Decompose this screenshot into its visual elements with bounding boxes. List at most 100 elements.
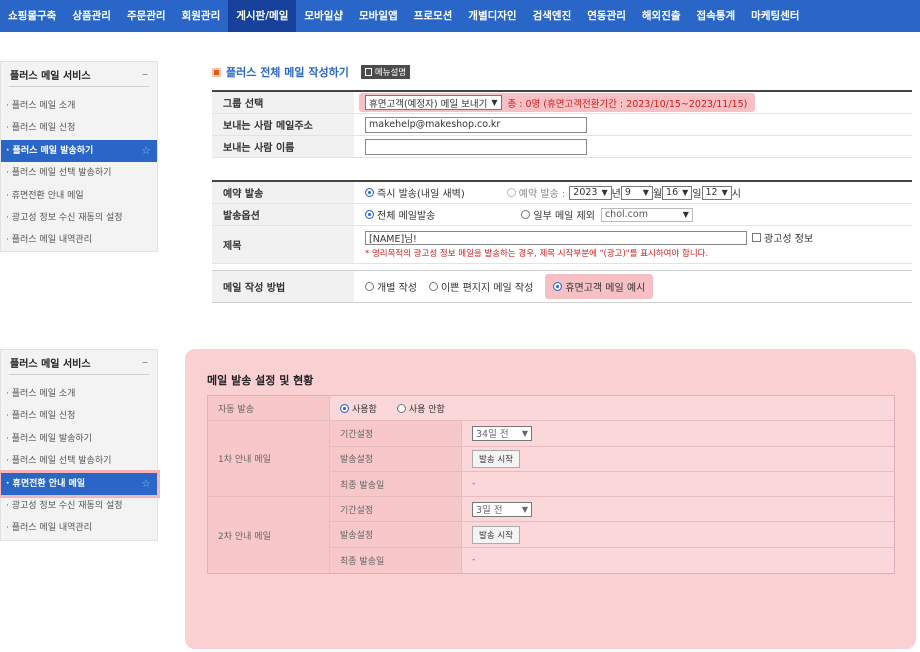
year-select[interactable]: 2023 ▼ [569, 185, 612, 200]
nav-item[interactable]: 게시판/메일 [228, 0, 297, 32]
chevron-down-icon: ▼ [642, 188, 649, 197]
nav-item[interactable]: 개별디자인 [460, 0, 524, 32]
day-unit: 일 [692, 189, 702, 200]
sidebar-item[interactable]: · 플러스 메일 발송하기 ☆ [1, 139, 157, 163]
form-heading: 플러스 전체 메일 작성하기 메뉴설명 [212, 64, 411, 80]
sidebar-item[interactable]: · 광고성 정보 수신 재동의 설정 [1, 495, 157, 517]
auto-off-radio[interactable] [396, 403, 406, 413]
sidebar-item[interactable]: · 휴면전환 안내 메일 [1, 185, 157, 207]
first-period-value: 34일 전 [476, 429, 509, 441]
group-select[interactable]: 휴면고객(예정자) 메일 보내기 ▼ [365, 95, 502, 110]
manual-label: 메뉴설명 [374, 68, 407, 78]
option-label: 발송옵션 [212, 204, 354, 225]
sender-email-input[interactable]: makehelp@makeshop.co.kr [365, 116, 587, 133]
period-label: 기간설정 [330, 497, 462, 522]
manual-button[interactable]: 메뉴설명 [360, 65, 411, 79]
sidebar-header[interactable]: 플러스 메일 서비스 – [1, 350, 157, 374]
top-nav: 쇼핑몰구축 상품관리 주문관리 회원관리 게시판/메일 모바일샵 모바일앱 프로모션 개별디자인… [0, 0, 920, 32]
chevron-down-icon: ▼ [682, 188, 689, 197]
second-period-select[interactable]: 3일 전 ▼ [472, 501, 532, 517]
domain-select[interactable]: chol.com ▼ [600, 207, 693, 222]
second-send-button[interactable]: 발송 시작 [472, 525, 520, 544]
domain-value: chol.com [604, 209, 648, 220]
sidebar-item[interactable]: · 플러스 메일 신청 [1, 117, 157, 139]
sender-email-row: 보내는 사람 메일주소 makehelp@makeshop.co.kr [212, 114, 912, 136]
sidebar-item[interactable]: · 플러스 메일 내역관리 [1, 517, 157, 539]
sidebar-item[interactable]: · 플러스 메일 내역관리 [1, 229, 157, 251]
nav-item[interactable]: 상품관리 [64, 0, 119, 32]
sidebar-item-label: · 플러스 메일 신청 [6, 411, 76, 422]
group-count: 총 : 0명 (휴면고객전환기간 : 2023/10/15~2023/11/15… [507, 98, 748, 110]
ad-checkbox-label: 광고성 정보 [764, 234, 814, 245]
second-last-sent-value: - [462, 547, 894, 574]
auto-off-label: 사용 안함 [408, 404, 445, 415]
reserve-row: 예약 발송 즉시 발송(내일 새벽) 예약 발송 : 2023 ▼ 년 9 ▼ 월 … [212, 182, 912, 204]
second-period-value: 3일 전 [476, 505, 503, 517]
sidebar-item-label: · 플러스 메일 발송하기 [6, 433, 92, 444]
dormant-settings-table: 자동 발송 사용함 사용 안함 1차 안내 메일 기간설정 34일 전 ▼ 발송설… [207, 395, 895, 575]
star-icon[interactable]: ☆ [141, 140, 151, 162]
month-select[interactable]: 9 ▼ [620, 185, 653, 200]
sidebar-item[interactable]: · 플러스 메일 선택 발송하기 [1, 162, 157, 184]
nav-item[interactable]: 프로모션 [406, 0, 461, 32]
method-pretty-label: 이쁜 편지지 메일 작성 [440, 283, 534, 294]
document-icon [364, 68, 372, 76]
nav-item[interactable]: 회원관리 [174, 0, 229, 32]
sidebar-item-label: · 플러스 메일 소개 [6, 389, 76, 399]
nav-item[interactable]: 모바일샵 [296, 0, 351, 32]
nav-item[interactable]: 쇼핑몰구축 [0, 0, 64, 32]
reserve-now-radio[interactable] [365, 188, 374, 197]
method-dormant-radio[interactable] [553, 282, 563, 291]
sidebar-item-label: · 휴면전환 안내 메일 [6, 478, 86, 489]
nav-item[interactable]: 마케팅센터 [743, 0, 807, 32]
star-icon[interactable]: ☆ [141, 473, 151, 495]
reserve-later-radio[interactable] [506, 188, 516, 197]
nav-item[interactable]: 모바일앱 [351, 0, 406, 32]
sidebar-item[interactable]: · 플러스 메일 소개 [1, 95, 157, 117]
panel-title: 메일 발송 설정 및 현황 [207, 374, 314, 387]
year-value: 2023 [573, 187, 598, 198]
subject-input[interactable]: [NAME]님! [365, 230, 747, 245]
send-label: 발송설정 [330, 522, 462, 547]
option-partial-radio[interactable] [521, 210, 531, 219]
method-pretty-radio[interactable] [428, 282, 438, 291]
reserve-now-label: 즉시 발송(내일 새벽) [377, 189, 465, 200]
sidebar-item-label: · 플러스 메일 내역관리 [6, 235, 92, 246]
nav-item[interactable]: 연동관리 [579, 0, 634, 32]
nav-item[interactable]: 해외진출 [634, 0, 689, 32]
option-all-label: 전체 메일발송 [377, 211, 436, 222]
sender-name-input[interactable] [365, 138, 587, 155]
method-label: 메일 작성 방법 [212, 271, 354, 302]
auto-on-radio[interactable] [340, 403, 349, 413]
chevron-down-icon: ▼ [682, 210, 689, 219]
title-bullet-icon [212, 67, 221, 77]
mail-form-method: 메일 작성 방법 개별 작성 이쁜 편지지 메일 작성 휴면고객 메일 예시 [212, 270, 912, 303]
sidebar-item[interactable]: · 플러스 메일 소개 [1, 383, 157, 405]
hour-select[interactable]: 12 ▼ [701, 185, 732, 200]
collapse-icon[interactable]: – [142, 67, 148, 81]
day-select[interactable]: 16 ▼ [662, 185, 693, 200]
sidebar-item[interactable]: · 플러스 메일 선택 발송하기 [1, 450, 157, 472]
sidebar-item[interactable]: · 휴면전환 안내 메일 ☆ [1, 472, 157, 495]
method-dormant-highlight: 휴면고객 메일 예시 [545, 274, 654, 299]
method-individual-radio[interactable] [365, 282, 374, 291]
group-row: 그룹 선택 휴면고객(예정자) 메일 보내기 ▼ 총 : 0명 (휴면고객전환기… [212, 92, 912, 114]
first-period-select[interactable]: 34일 전 ▼ [472, 425, 532, 441]
nav-item[interactable]: 주문관리 [119, 0, 174, 32]
sidebar-item[interactable]: · 플러스 메일 발송하기 [1, 428, 157, 450]
sidebar-item-label: · 광고성 정보 수신 재동의 설정 [6, 212, 123, 223]
ad-checkbox[interactable] [752, 233, 761, 242]
sidebar-item[interactable]: · 플러스 메일 신청 [1, 405, 157, 427]
last-sent-label: 최종 발송일 [330, 547, 462, 574]
collapse-icon[interactable]: – [142, 355, 148, 369]
nav-item[interactable]: 접속통계 [689, 0, 744, 32]
sidebar-item[interactable]: · 광고성 정보 수신 재동의 설정 [1, 207, 157, 229]
sidebar-header[interactable]: 플러스 메일 서비스 – [1, 62, 157, 86]
first-send-button[interactable]: 발송 시작 [472, 449, 520, 468]
sidebar-item-label: · 플러스 메일 선택 발송하기 [6, 456, 112, 467]
nav-item[interactable]: 검색엔진 [525, 0, 580, 32]
option-all-radio[interactable] [365, 210, 374, 219]
chevron-down-icon: ▼ [721, 188, 728, 197]
sender-name-label: 보내는 사람 이름 [212, 136, 354, 157]
sidebar-item-label: · 광고성 정보 수신 재동의 설정 [6, 500, 123, 511]
